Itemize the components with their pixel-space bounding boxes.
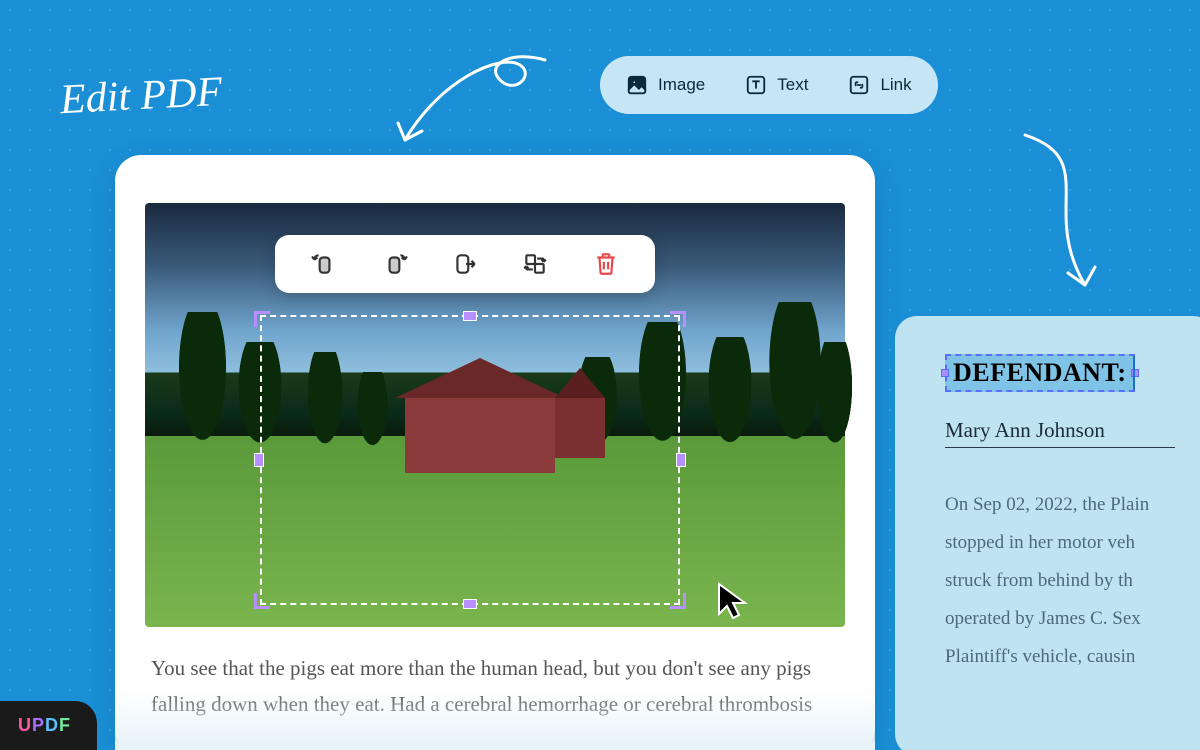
document-card-text: DEFENDANT: Mary Ann Johnson On Sep 02, 2… xyxy=(895,316,1200,750)
brand-letter-u: U xyxy=(18,715,32,735)
text-icon xyxy=(745,74,767,96)
defendant-heading: DEFENDANT: xyxy=(953,358,1127,387)
case-body-text[interactable]: On Sep 02, 2022, the Plain stopped in he… xyxy=(945,486,1185,676)
crop-handle-w[interactable] xyxy=(254,453,264,467)
tool-link-label: Link xyxy=(880,75,911,95)
edit-type-toolbar: Image Text Link xyxy=(600,56,938,114)
cursor-icon xyxy=(715,580,751,622)
embedded-image[interactable] xyxy=(145,203,845,627)
tool-image[interactable]: Image xyxy=(626,74,705,96)
rotate-left-button[interactable] xyxy=(307,247,341,281)
crop-handle-s[interactable] xyxy=(463,599,477,609)
brand-letter-d: D xyxy=(45,715,59,735)
text-caret xyxy=(1133,356,1135,390)
rotate-right-icon xyxy=(382,251,408,277)
image-icon xyxy=(626,74,648,96)
tool-text[interactable]: Text xyxy=(745,74,808,96)
brand-badge: UPDF xyxy=(0,701,97,750)
tool-text-label: Text xyxy=(777,75,808,95)
text-handle-left[interactable] xyxy=(941,369,949,377)
image-edit-toolbar xyxy=(275,235,655,293)
crop-handle-e[interactable] xyxy=(676,453,686,467)
link-icon xyxy=(848,74,870,96)
crop-handle-sw[interactable] xyxy=(254,593,270,609)
tool-link[interactable]: Link xyxy=(848,74,911,96)
brand-letter-f: F xyxy=(59,715,71,735)
rotate-right-button[interactable] xyxy=(378,247,412,281)
tool-image-label: Image xyxy=(658,75,705,95)
brand-letter-p: P xyxy=(32,715,45,735)
crop-handle-n[interactable] xyxy=(463,311,477,321)
trash-icon xyxy=(593,251,619,277)
page-title: Edit PDF xyxy=(59,68,223,124)
rotate-left-icon xyxy=(311,251,337,277)
delete-image-button[interactable] xyxy=(589,247,623,281)
defendant-name[interactable]: Mary Ann Johnson xyxy=(945,418,1175,448)
document-paragraph[interactable]: You see that the pigs eat more than the … xyxy=(145,651,845,722)
document-card-main: You see that the pigs eat more than the … xyxy=(115,155,875,750)
text-edit-selection[interactable]: DEFENDANT: xyxy=(945,354,1135,392)
crop-handle-se[interactable] xyxy=(670,593,686,609)
crop-handle-nw[interactable] xyxy=(254,311,270,327)
replace-icon xyxy=(522,251,548,277)
export-icon xyxy=(452,251,478,277)
export-image-button[interactable] xyxy=(448,247,482,281)
replace-image-button[interactable] xyxy=(518,247,552,281)
